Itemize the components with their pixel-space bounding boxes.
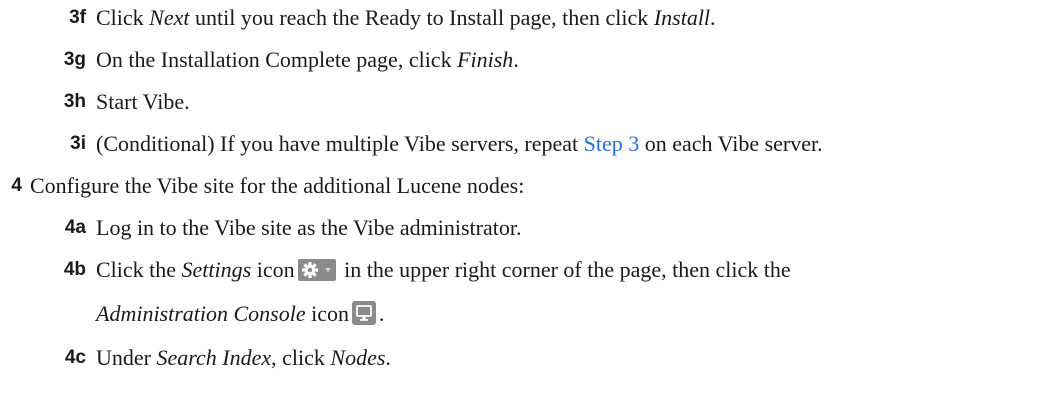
next-term: Next xyxy=(149,5,190,30)
step-text: , click xyxy=(271,345,331,370)
step-3-link[interactable]: Step 3 xyxy=(584,131,640,156)
gear-dropdown-icon xyxy=(297,259,336,288)
finish-term: Finish xyxy=(457,47,514,72)
step-text: Log in to the Vibe site as the Vibe admi… xyxy=(96,215,522,240)
monitor-icon xyxy=(352,301,377,332)
step-text: until you reach the Ready to Install pag… xyxy=(189,5,654,30)
admin-console-term: Administration Console xyxy=(96,301,306,326)
step-text: on each Vibe server. xyxy=(639,131,823,156)
settings-term: Settings xyxy=(181,257,252,282)
step-text: Configure the Vibe site for the addition… xyxy=(30,173,525,198)
step-text: icon xyxy=(305,301,350,326)
step-text: On the Installation Complete page, click xyxy=(96,47,458,72)
step-text: Click the xyxy=(96,257,182,282)
step-text: . xyxy=(385,345,391,370)
step-number: 4 xyxy=(11,175,22,196)
step-number: 4c xyxy=(64,347,86,368)
step-number: 4a xyxy=(64,217,86,238)
step-text: (Conditional) If you have multiple Vibe … xyxy=(96,131,584,156)
step-number: 3h xyxy=(63,91,86,112)
step-text: . xyxy=(710,5,716,30)
step-text: icon xyxy=(251,257,295,282)
install-term: Install xyxy=(653,5,711,30)
step-text: Click xyxy=(96,5,150,30)
step-number: 3i xyxy=(70,133,86,154)
step-text: Under xyxy=(96,345,157,370)
step-number: 3f xyxy=(69,7,86,28)
step-number: 3g xyxy=(63,49,86,70)
step-text: Start Vibe. xyxy=(96,89,190,114)
step-number: 4b xyxy=(63,259,86,280)
step-text: in the upper right corner of the page, t… xyxy=(338,257,791,282)
nodes-term: Nodes xyxy=(330,345,386,370)
step-text: . xyxy=(513,47,519,72)
search-index-term: Search Index xyxy=(156,345,272,370)
step-text: . xyxy=(379,301,385,326)
